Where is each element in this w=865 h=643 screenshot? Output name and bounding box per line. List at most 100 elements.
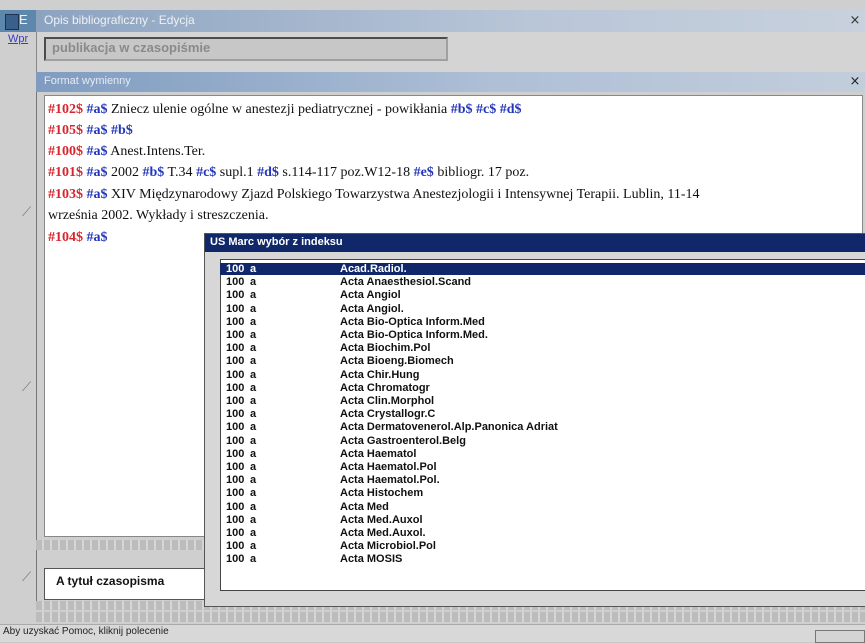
index-row[interactable]: 100 a Acta Histochem	[220, 487, 865, 499]
index-code: 100	[226, 381, 245, 394]
index-code: 100	[226, 553, 245, 566]
index-code: 100	[226, 527, 245, 539]
index-subfield: a	[250, 368, 257, 381]
index-code: 100	[226, 447, 245, 460]
subfield-code: #a$	[86, 102, 108, 117]
index-row[interactable]: 100 a Acta Bioeng.Biomech	[220, 355, 865, 367]
index-journal: Acta Haematol.Pol.	[340, 474, 440, 487]
index-row[interactable]: 100 a Acta Anaesthesiol.Scand	[220, 276, 865, 288]
index-row[interactable]: 100 a Acad.Radiol.	[220, 263, 865, 275]
format-window-titlebar[interactable]	[36, 72, 865, 92]
record-line[interactable]: września 2002. Wykłady i streszczenia.	[48, 208, 269, 224]
index-subfield: a	[250, 461, 257, 473]
index-subfield: a	[250, 421, 257, 434]
subfield-code: #a$	[86, 230, 108, 245]
field-text: s.114-117 poz.W12-18	[278, 165, 414, 180]
index-journal: Acta Dermatovenerol.Alp.Panonica Adriat	[340, 421, 558, 434]
index-journal: Acta Biochim.Pol	[340, 342, 431, 355]
index-row[interactable]: 100 a Acta Med.Auxol.	[220, 527, 865, 539]
index-row[interactable]: 100 a Acta Bio-Optica Inform.Med	[220, 316, 865, 328]
index-code: 100	[226, 421, 245, 434]
field-text: XIV Międzynarodowy Zjazd Polskiego Towar…	[107, 187, 700, 202]
field-tag: #104$	[48, 230, 87, 245]
index-subfield: a	[250, 540, 257, 553]
index-journal: Acta Angiol.	[340, 302, 404, 315]
splitter-icon[interactable]: ⟋	[22, 380, 32, 398]
index-row[interactable]: 100 a Acta Dermatovenerol.Alp.Panonica Adr…	[220, 421, 865, 433]
record-line[interactable]: #103$ #a$ XIV Międzynarodowy Zjazd Polsk…	[48, 187, 700, 203]
index-code: 100	[226, 276, 245, 289]
splitter-icon[interactable]: ⟋	[22, 205, 32, 223]
index-row[interactable]: 100 a Acta Clin.Morphol	[220, 395, 865, 407]
index-subfield: a	[250, 342, 257, 355]
index-journal: Acta Haematol	[340, 447, 417, 460]
index-subfield: a	[250, 302, 257, 315]
index-row[interactable]: 100 a Acta MOSIS	[220, 553, 865, 565]
index-code: 100	[226, 395, 245, 407]
index-subfield: a	[250, 447, 257, 460]
index-row[interactable]: 100 a Acta Crystallogr.C	[220, 408, 865, 420]
index-journal: Acta Bio-Optica Inform.Med.	[340, 329, 488, 341]
divider-bar	[36, 540, 206, 550]
index-row[interactable]: 100 a Acta Haematol.Pol.	[220, 474, 865, 486]
record-line[interactable]: #100$ #a$ Anest.Intens.Ter.	[48, 144, 205, 160]
record-line[interactable]: #102$ #a$ Zniecz ulenie ogólne w anestez…	[48, 102, 522, 118]
field-tag: #105$	[48, 123, 87, 138]
index-subfield: a	[250, 553, 257, 566]
index-row[interactable]: 100 a Acta Haematol	[220, 448, 865, 460]
field-text: supl.1	[216, 165, 258, 180]
index-code: 100	[226, 368, 245, 381]
field-text: Zniecz ulenie ogólne w anestezji pediatr…	[107, 102, 451, 117]
subfield-code: #a$	[86, 165, 108, 180]
subfield-code: #b$	[450, 102, 473, 117]
subfield-code: #d$	[257, 165, 279, 180]
subfield-code: #e$	[413, 165, 434, 180]
index-row[interactable]: 100 a Acta Microbiol.Pol	[220, 540, 865, 552]
index-code: 100	[226, 540, 245, 553]
format-window-title: Format wymienny	[44, 75, 131, 87]
index-code: 100	[226, 342, 245, 355]
record-line[interactable]: #104$ #a$	[48, 230, 108, 246]
index-subfield: a	[250, 395, 257, 407]
record-line[interactable]: #105$ #a$ #b$	[48, 123, 133, 139]
field-text: 2002	[107, 165, 143, 180]
subfield-code: #a$	[86, 123, 108, 138]
subfield-code: #c$	[476, 102, 497, 117]
subfield-code: #a$	[86, 187, 108, 202]
index-subfield: a	[250, 263, 257, 275]
index-row[interactable]: 100 a Acta Bio-Optica Inform.Med.	[220, 329, 865, 341]
index-row[interactable]: 100 a Acta Med.Auxol	[220, 514, 865, 526]
index-code: 100	[226, 487, 245, 500]
index-journal: Acta Haematol.Pol	[340, 461, 437, 473]
field-text: bibliogr. 17 poz.	[433, 165, 530, 180]
divider-bar	[36, 612, 865, 622]
index-journal: Acta Chir.Hung	[340, 368, 420, 381]
index-row[interactable]: 100 a Acta Chromatogr	[220, 382, 865, 394]
index-code: 100	[226, 408, 245, 421]
index-row[interactable]: 100 a Acta Biochim.Pol	[220, 342, 865, 354]
index-subfield: a	[250, 487, 257, 500]
index-subfield: a	[250, 289, 257, 302]
index-row[interactable]: 100 a Acta Gastroenterol.Belg	[220, 435, 865, 447]
close-icon[interactable]: ×	[848, 14, 862, 28]
app-icon	[5, 14, 19, 30]
status-button[interactable]	[815, 630, 865, 643]
index-code: 100	[226, 263, 245, 275]
app-menu-item[interactable]: Wpr	[8, 33, 28, 45]
index-journal: Acta Med.Auxol	[340, 513, 423, 526]
index-row[interactable]: 100 a Acta Angiol	[220, 289, 865, 301]
index-code: 100	[226, 355, 245, 368]
index-journal: Acta Bioeng.Biomech	[340, 355, 454, 368]
index-row[interactable]: 100 a Acta Angiol.	[220, 303, 865, 315]
splitter-icon[interactable]: ⟋	[22, 570, 32, 588]
index-subfield: a	[250, 408, 257, 421]
record-line[interactable]: #101$ #a$ 2002 #b$ T.34 #c$ supl.1 #d$ s…	[48, 165, 529, 181]
field-tag: #100$	[48, 144, 87, 159]
index-row[interactable]: 100 a Acta Haematol.Pol	[220, 461, 865, 473]
close-icon[interactable]: ×	[848, 75, 862, 89]
index-journal: Acta Gastroenterol.Belg	[340, 434, 466, 447]
index-row[interactable]: 100 a Acta Med	[220, 501, 865, 513]
index-row[interactable]: 100 a Acta Chir.Hung	[220, 369, 865, 381]
index-code: 100	[226, 329, 245, 341]
index-subfield: a	[250, 527, 257, 539]
